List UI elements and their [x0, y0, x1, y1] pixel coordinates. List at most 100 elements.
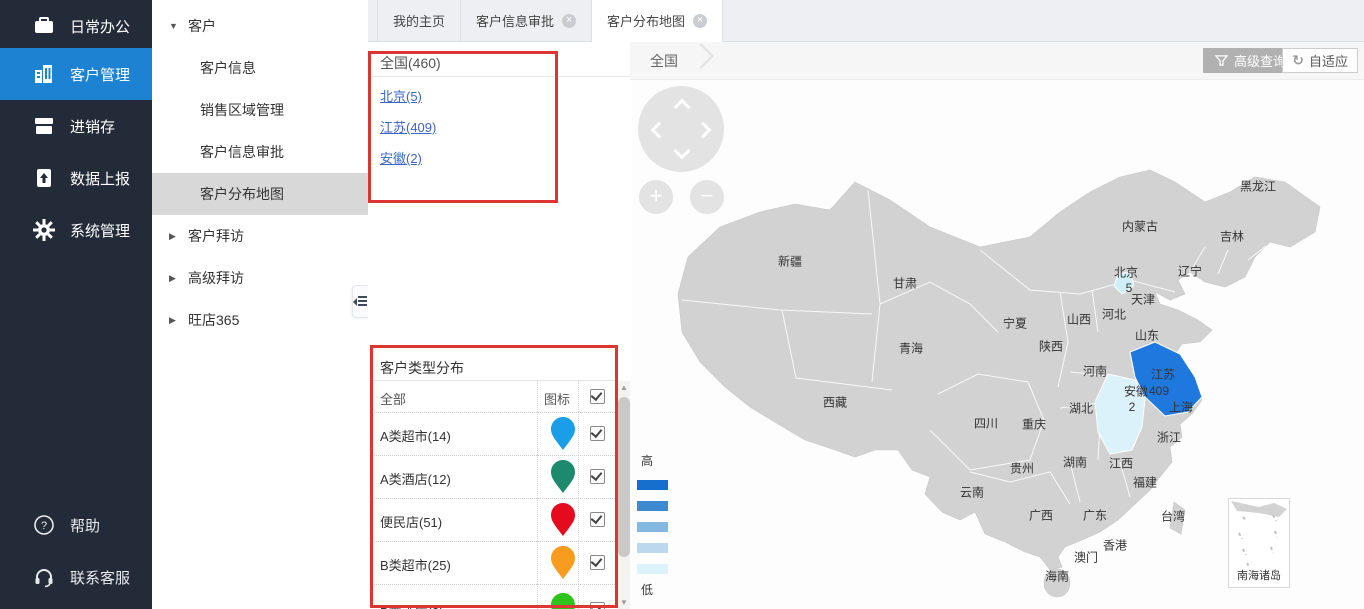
- pan-up-icon[interactable]: [674, 99, 691, 116]
- submenu-group-customer[interactable]: ▼ 客户: [152, 5, 368, 47]
- check-icon: [591, 469, 603, 481]
- divider: [578, 498, 579, 541]
- divider: [537, 541, 538, 584]
- map-pin-icon: [550, 416, 576, 452]
- submenu-item-customer-info[interactable]: 客户信息: [152, 47, 368, 89]
- sidebar-item-data-report[interactable]: 数据上报: [0, 152, 152, 204]
- secondary-sidebar: ▼ 客户 客户信息 销售区域管理 客户信息审批 客户分布地图 ▶ 客户拜访 ▶ …: [152, 0, 369, 609]
- close-icon[interactable]: [562, 14, 576, 28]
- sidebar-item-help[interactable]: ? 帮助: [0, 500, 152, 550]
- headset-icon: [32, 565, 56, 589]
- types-scrollbar[interactable]: ▲ ▼: [617, 381, 631, 609]
- legend-swatch: [637, 480, 668, 490]
- types-table-header: 全部 图标: [372, 381, 617, 413]
- scroll-down-icon[interactable]: ▼: [617, 596, 631, 609]
- check-icon: [591, 602, 603, 609]
- scroll-up-icon[interactable]: ▲: [617, 381, 631, 394]
- submenu-group-advanced-visit[interactable]: ▶ 高级拜访: [152, 257, 368, 299]
- gear-icon: [32, 218, 56, 242]
- tab-bar: 我的主页 客户信息审批 客户分布地图: [368, 0, 1364, 42]
- submenu-item-label: 客户分布地图: [200, 184, 284, 204]
- sidebar-item-system-mgmt[interactable]: 系统管理: [0, 204, 152, 256]
- zoom-in-button[interactable]: [639, 180, 673, 214]
- type-label: B类酒店(3): [380, 602, 444, 609]
- type-label: B类超市(25): [380, 555, 451, 574]
- check-icon: [591, 426, 603, 438]
- check-icon: [591, 389, 603, 401]
- sidebar-item-contact-support[interactable]: 联系客服: [0, 552, 152, 602]
- pan-down-icon[interactable]: [674, 143, 691, 160]
- divider: [578, 381, 579, 412]
- tab-label: 客户分布地图: [607, 11, 685, 30]
- check-icon: [591, 555, 603, 567]
- sidebar-item-inventory[interactable]: 进销存: [0, 100, 152, 152]
- tab-distribution-map[interactable]: 客户分布地图: [592, 0, 723, 42]
- region-link-anhui[interactable]: 安徽(2): [380, 148, 422, 167]
- region-link-beijing[interactable]: 北京(5): [380, 86, 422, 105]
- type-label: A类超市(14): [380, 426, 451, 445]
- table-row: 便民店(51): [372, 498, 617, 542]
- submenu-item-distribution-map[interactable]: 客户分布地图: [152, 173, 368, 215]
- upload-doc-icon: [32, 166, 56, 190]
- map-legend: 高 低: [637, 452, 677, 469]
- close-icon[interactable]: [693, 14, 707, 28]
- row-checkbox[interactable]: [590, 469, 605, 484]
- submenu-group-label: 旺店365: [188, 310, 239, 330]
- building-icon: [32, 62, 56, 86]
- submenu-item-label: 客户信息: [200, 58, 256, 78]
- tab-label: 我的主页: [393, 11, 445, 30]
- divider: [368, 76, 630, 77]
- tab-my-home[interactable]: 我的主页: [377, 0, 461, 41]
- island-taiwan: [1170, 502, 1185, 534]
- sidebar-item-label: 客户管理: [70, 64, 130, 85]
- divider: [537, 381, 538, 412]
- region-total: 全国(460): [380, 53, 441, 73]
- box-icon: [32, 114, 56, 138]
- scrollbar-thumb[interactable]: [618, 397, 630, 557]
- row-checkbox[interactable]: [590, 555, 605, 570]
- region-link-jiangsu[interactable]: 江苏(409): [380, 117, 436, 136]
- row-checkbox[interactable]: [590, 512, 605, 527]
- divider: [578, 455, 579, 498]
- help-icon: ?: [32, 513, 56, 537]
- submenu-item-label: 客户信息审批: [200, 142, 284, 162]
- collapse-icon: [356, 296, 367, 307]
- map-pin-icon: [550, 502, 576, 538]
- submenu-group-label: 客户拜访: [188, 226, 244, 246]
- legend-high-label: 高: [641, 452, 677, 469]
- pan-right-icon[interactable]: [695, 122, 712, 139]
- row-checkbox[interactable]: [590, 602, 605, 609]
- submenu-group-wangdian365[interactable]: ▶ 旺店365: [152, 299, 368, 341]
- select-all-checkbox[interactable]: [590, 389, 605, 404]
- sidebar-item-daily-office[interactable]: 日常办公: [0, 0, 152, 52]
- divider: [578, 541, 579, 584]
- mainland-shape: [678, 170, 1320, 570]
- sidebar-item-label: 进销存: [70, 116, 115, 137]
- row-checkbox[interactable]: [590, 426, 605, 441]
- legend-swatch: [637, 564, 668, 574]
- submenu-item-label: 销售区域管理: [200, 100, 284, 120]
- sidebar-item-label: 数据上报: [70, 168, 130, 189]
- map-pan-control[interactable]: [638, 86, 724, 172]
- south-china-sea-inset: 南海诸岛: [1228, 498, 1290, 588]
- legend-swatch: [637, 522, 668, 532]
- primary-sidebar: 日常办公 客户管理 进销存 数据上报 系统管理: [0, 0, 152, 609]
- map-area: 全国 高级查询 ↻ 自适应: [630, 42, 1364, 609]
- column-header-icon: 图标: [544, 389, 570, 408]
- pan-left-icon[interactable]: [651, 122, 668, 139]
- content-area: 全国(460) 北京(5) 江苏(409) 安徽(2) 客户类型分布 全部 图标…: [368, 42, 1364, 609]
- column-header-all: 全部: [380, 389, 406, 408]
- tab-customer-approval[interactable]: 客户信息审批: [461, 0, 592, 41]
- chevron-right-icon: ▶: [169, 273, 179, 284]
- sidebar-item-customer-mgmt[interactable]: 客户管理: [0, 48, 152, 100]
- chevron-right-icon: ▶: [169, 315, 179, 326]
- submenu-item-customer-approval[interactable]: 客户信息审批: [152, 131, 368, 173]
- sidebar-item-label: 联系客服: [70, 567, 130, 588]
- zoom-out-button[interactable]: [690, 180, 724, 214]
- main-area: 我的主页 客户信息审批 客户分布地图 全国(460) 北京(5) 江苏(409)…: [368, 0, 1364, 609]
- submenu-group-customer-visit[interactable]: ▶ 客户拜访: [152, 215, 368, 257]
- submenu-item-sales-region[interactable]: 销售区域管理: [152, 89, 368, 131]
- svg-text:?: ?: [41, 520, 47, 532]
- table-row: A类超市(14): [372, 412, 617, 456]
- map-pin-icon: [550, 459, 576, 495]
